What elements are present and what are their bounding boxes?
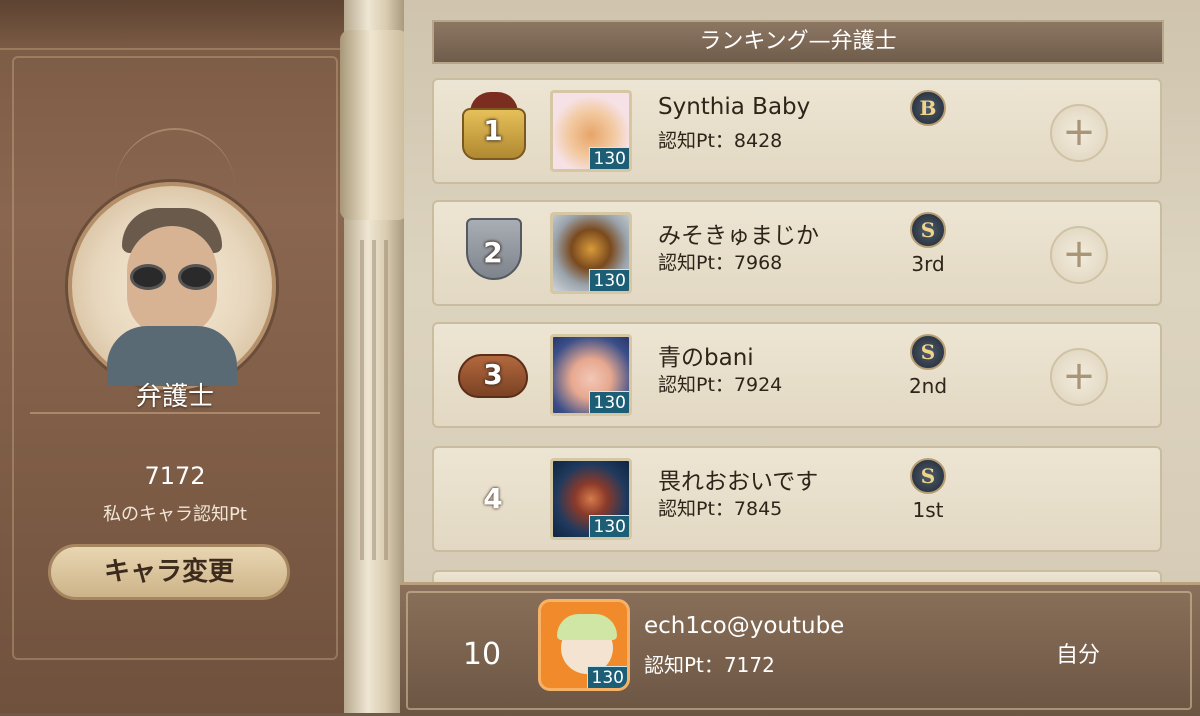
player-pt: 認知Pt：7845: [658, 498, 783, 520]
my-portrait[interactable]: 130: [538, 599, 630, 691]
level-badge: 130: [588, 269, 629, 291]
rank-number: 2: [483, 236, 503, 269]
ranking-row[interactable]: 4 130 畏れおおいです 認知Pt：7845 S 1st: [432, 446, 1162, 552]
fedora-icon: 3: [458, 336, 528, 410]
my-player-pt: 認知Pt：7172: [644, 653, 775, 677]
tier-text: 2nd: [908, 374, 948, 398]
tier-badge-icon: S: [910, 334, 946, 370]
player-name: みそきゅまじか: [658, 223, 819, 249]
add-friend-button[interactable]: +: [1050, 348, 1108, 406]
player-portrait[interactable]: 130: [550, 90, 632, 172]
my-character-pt-value: 7172: [144, 462, 206, 490]
rank-number: 3: [483, 358, 503, 391]
pillar-capital: [340, 30, 408, 220]
panel-top-trim: [0, 0, 350, 50]
level-badge: 130: [588, 147, 629, 169]
player-portrait[interactable]: 130: [550, 458, 632, 540]
ranking-row[interactable]: 3 130 青のbani 認知Pt：7924 S 2nd +: [432, 322, 1162, 428]
tier-text: 3rd: [911, 252, 945, 276]
level-badge: 130: [586, 666, 627, 688]
player-pt: 認知Pt：7924: [658, 374, 783, 396]
player-portrait[interactable]: 130: [550, 334, 632, 416]
tier-badge-icon: S: [910, 212, 946, 248]
my-player-name: ech1co@youtube: [644, 613, 845, 639]
top-hat-icon: 2: [458, 214, 528, 288]
player-name: 青のbani: [658, 345, 754, 371]
ranking-title: ランキング—弁護士: [432, 20, 1164, 64]
tier-text: 1st: [912, 498, 944, 522]
crown-icon: 1: [458, 92, 528, 166]
self-label: 自分: [1056, 643, 1101, 668]
rank-number: 4: [483, 482, 503, 515]
character-panel: 弁護士 7172 私のキャラ認知Pt キャラ変更: [0, 0, 350, 713]
divider: [30, 412, 320, 414]
character-avatar: [68, 182, 276, 390]
player-pt: 認知Pt：8428: [658, 130, 783, 152]
player-pt: 認知Pt：7968: [658, 252, 783, 274]
my-ranking-bar[interactable]: 10 130 ech1co@youtube 認知Pt：7172 自分: [400, 582, 1200, 716]
my-character-pt-label: 私のキャラ認知Pt: [103, 504, 247, 525]
character-name: 弁護士: [135, 382, 214, 412]
player-name: Synthia Baby: [658, 94, 811, 120]
tier-badge-icon: S: [910, 458, 946, 494]
player-name: 畏れおおいです: [658, 469, 819, 495]
my-rank-number: 10: [462, 637, 502, 672]
ranking-row[interactable]: 2 130 みそきゅまじか 認知Pt：7968 S 3rd +: [432, 200, 1162, 306]
player-portrait[interactable]: 130: [550, 212, 632, 294]
add-friend-button[interactable]: +: [1050, 226, 1108, 284]
rank-marker: 4: [458, 460, 528, 534]
level-badge: 130: [588, 391, 629, 413]
rank-number: 1: [483, 114, 503, 147]
ranking-row[interactable]: 1 130 Synthia Baby 認知Pt：8428 B +: [432, 78, 1162, 184]
level-badge: 130: [588, 515, 629, 537]
change-character-button[interactable]: キャラ変更: [48, 544, 290, 600]
goggles-icon: [130, 264, 216, 290]
tier-badge-icon: B: [910, 90, 946, 126]
add-friend-button[interactable]: +: [1050, 104, 1108, 162]
